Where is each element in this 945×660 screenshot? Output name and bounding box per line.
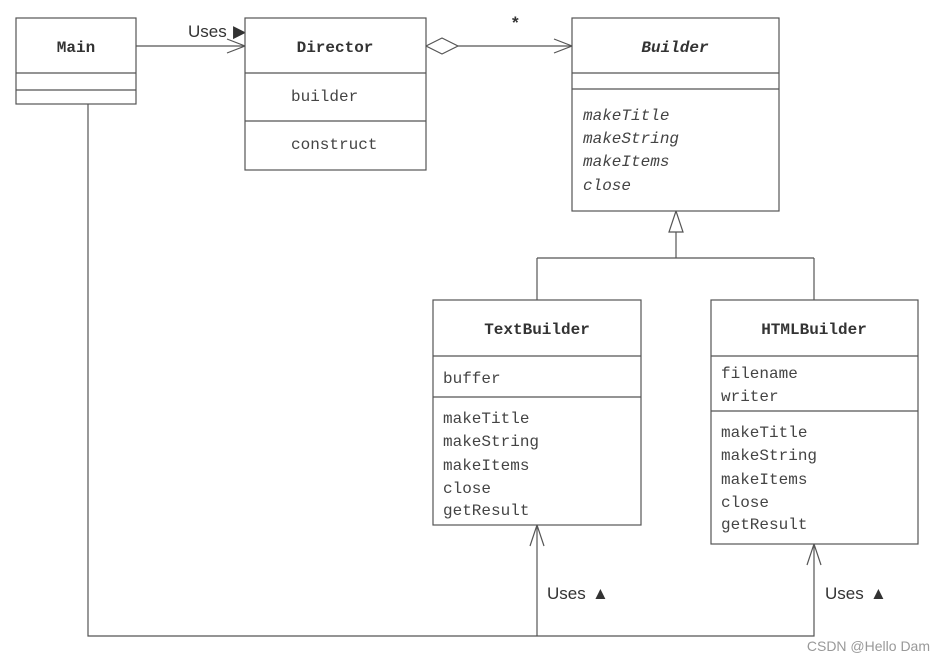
class-text-builder: TextBuilder buffer makeTitle makeString … bbox=[432, 299, 642, 526]
field: builder bbox=[291, 88, 358, 106]
class-name: HTMLBuilder bbox=[761, 321, 867, 339]
method: makeItems bbox=[583, 153, 669, 171]
class-builder: Builder makeTitle makeString makeItems c… bbox=[571, 17, 780, 212]
method: makeTitle bbox=[443, 410, 529, 428]
class-html-builder: HTMLBuilder filename writer makeTitle ma… bbox=[710, 299, 919, 545]
uses-label: Uses bbox=[188, 22, 227, 41]
method: close bbox=[721, 494, 769, 512]
method: makeString bbox=[443, 433, 539, 451]
class-name: Main bbox=[57, 39, 95, 57]
method: makeItems bbox=[721, 471, 807, 489]
connector-director-builder: * bbox=[424, 13, 574, 55]
field: writer bbox=[721, 388, 779, 406]
method: makeString bbox=[721, 447, 817, 465]
connector-generalization bbox=[536, 209, 815, 300]
aggregation-diamond-icon bbox=[424, 37, 460, 55]
method: makeTitle bbox=[721, 424, 807, 442]
field: buffer bbox=[443, 370, 501, 388]
generalization-triangle-icon bbox=[668, 209, 684, 233]
uses-label: Uses bbox=[547, 584, 586, 603]
arrow-up-icon: ▲ bbox=[592, 584, 609, 603]
method: close bbox=[583, 177, 631, 195]
method: construct bbox=[291, 136, 377, 154]
class-name: Director bbox=[297, 39, 374, 57]
method: getResult bbox=[443, 502, 529, 520]
class-main: Main bbox=[15, 17, 137, 105]
method: makeTitle bbox=[583, 107, 669, 125]
method: makeItems bbox=[443, 457, 529, 475]
multiplicity-label: * bbox=[512, 13, 519, 32]
class-name: TextBuilder bbox=[484, 321, 590, 339]
method: close bbox=[443, 480, 491, 498]
uml-class-diagram: Uses ▶ * Uses ▲ Uses ▲ Main Director bui… bbox=[15, 13, 930, 654]
arrow-up-icon: ▲ bbox=[870, 584, 887, 603]
field: filename bbox=[721, 365, 798, 383]
method: makeString bbox=[583, 130, 679, 148]
watermark: CSDN @Hello Dam bbox=[807, 638, 930, 654]
connector-main-director: Uses ▶ bbox=[136, 22, 247, 54]
uses-label: Uses bbox=[825, 584, 864, 603]
method: getResult bbox=[721, 516, 807, 534]
class-director: Director builder construct bbox=[244, 17, 427, 171]
class-name: Builder bbox=[641, 39, 709, 57]
